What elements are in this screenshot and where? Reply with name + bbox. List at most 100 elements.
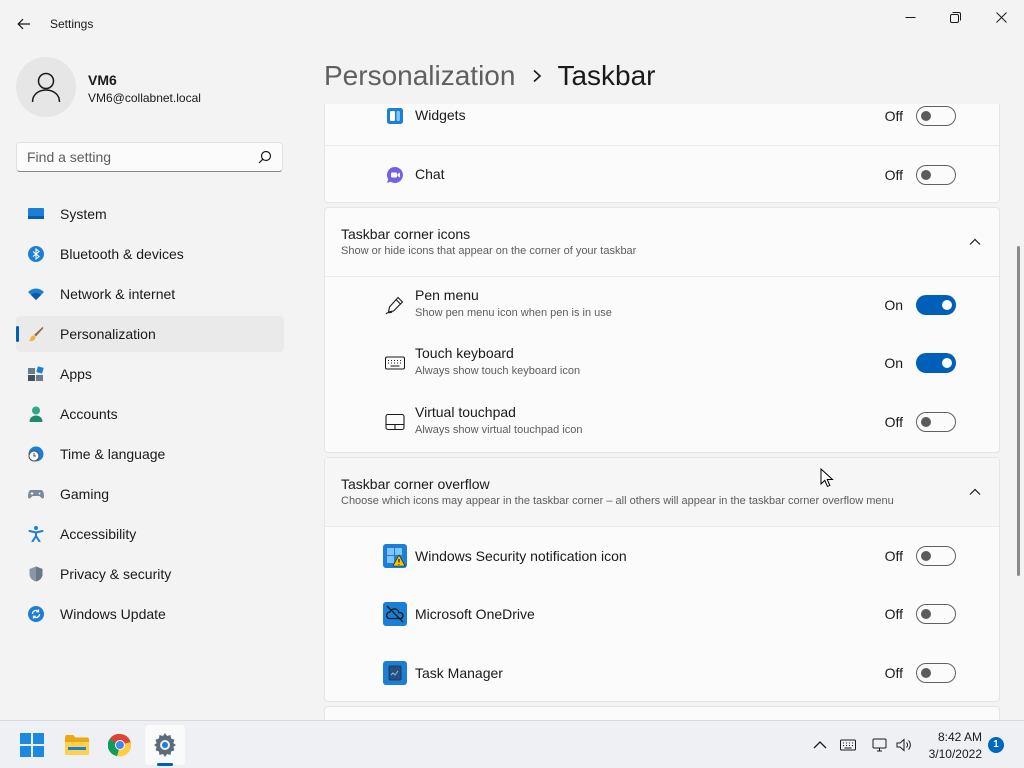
back-arrow-icon: [17, 18, 30, 30]
globe-clock-icon: [28, 446, 44, 462]
touch-keyboard-toggle[interactable]: [916, 353, 956, 373]
row-title: Widgets: [415, 107, 466, 123]
row-title: Microsoft OneDrive: [415, 606, 535, 622]
gamepad-icon: [28, 490, 44, 499]
windows-taskbar: 8:42 AM 3/10/2022 1: [0, 720, 1024, 768]
sidebar-item-label: Apps: [60, 366, 92, 382]
widgets-toggle[interactable]: [916, 106, 956, 126]
section-title: Taskbar corner icons: [341, 226, 471, 242]
corner-icons-header[interactable]: Taskbar corner icons Show or hide icons …: [325, 208, 999, 276]
person-icon: [31, 72, 61, 103]
task-manager-icon: [383, 661, 407, 685]
pen-menu-toggle[interactable]: [916, 295, 956, 315]
toggle-state-label: On: [884, 297, 903, 313]
gear-icon: [154, 733, 176, 757]
chrome-icon: [108, 733, 132, 757]
chevron-up-icon[interactable]: [969, 486, 981, 498]
sidebar-item-apps[interactable]: Apps: [16, 356, 284, 392]
sidebar-item-privacy-security[interactable]: Privacy & security: [16, 556, 284, 592]
sidebar-item-gaming[interactable]: Gaming: [16, 476, 284, 512]
task-manager-toggle[interactable]: [916, 663, 956, 683]
back-button[interactable]: [10, 10, 38, 38]
maximize-button[interactable]: [932, 4, 978, 30]
sidebar-item-accessibility[interactable]: Accessibility: [16, 516, 284, 552]
virtual-touchpad-row[interactable]: Virtual touchpad Always show virtual tou…: [325, 394, 999, 453]
sidebar-item-label: Privacy & security: [60, 566, 172, 582]
wifi-icon: [28, 288, 44, 300]
page-title: Taskbar: [557, 60, 656, 91]
chevron-up-icon[interactable]: [969, 236, 981, 248]
avatar[interactable]: [16, 57, 76, 117]
toggle-state-label: Off: [884, 414, 903, 430]
onedrive-row[interactable]: Microsoft OneDrive Off: [325, 585, 999, 644]
virtual-touchpad-toggle[interactable]: [916, 412, 956, 432]
windows-security-toggle[interactable]: [916, 546, 956, 566]
toggle-state-label: Off: [884, 548, 903, 564]
close-icon: [995, 11, 1007, 23]
sidebar-item-label: Windows Update: [60, 606, 166, 622]
toggle-state-label: Off: [884, 606, 903, 622]
chat-row[interactable]: Chat Off: [325, 145, 999, 203]
shield-icon: [29, 566, 43, 582]
toggle-state-label: Off: [884, 665, 903, 681]
content-scrollbar-thumb[interactable]: [1017, 246, 1020, 576]
keyboard-icon[interactable]: [840, 737, 856, 753]
row-title: Pen menu: [415, 287, 479, 303]
next-settings-card: [324, 706, 1000, 720]
close-button[interactable]: [978, 4, 1024, 30]
row-title: Task Manager: [415, 665, 503, 681]
restore-icon: [949, 11, 961, 23]
section-title: Taskbar corner overflow: [341, 476, 490, 492]
windows-security-row[interactable]: Windows Security notification icon Off: [325, 526, 999, 585]
pen-menu-row[interactable]: Pen menu Show pen menu icon when pen is …: [325, 276, 999, 335]
taskbar-corner-overflow-card: Taskbar corner overflow Choose which ico…: [324, 457, 1000, 702]
sidebar-item-label: System: [60, 206, 107, 222]
file-explorer-button[interactable]: [57, 725, 97, 765]
window-title: Settings: [50, 17, 94, 31]
toggle-state-label: Off: [884, 167, 903, 183]
start-button[interactable]: [12, 725, 52, 765]
sidebar-item-accounts[interactable]: Accounts: [16, 396, 284, 432]
row-description: Show pen menu icon when pen is in use: [415, 307, 612, 319]
network-icon[interactable]: [872, 737, 888, 753]
search-input[interactable]: [27, 149, 247, 165]
search-icon[interactable]: [258, 150, 272, 164]
onedrive-icon: [383, 602, 407, 626]
toggle-state-label: On: [884, 355, 903, 371]
chevron-right-icon: [533, 69, 542, 83]
settings-taskbar-button[interactable]: [145, 725, 185, 765]
clock-time[interactable]: 8:42 AM: [930, 730, 982, 744]
chat-icon: [386, 166, 403, 183]
task-manager-row[interactable]: Task Manager Off: [325, 644, 999, 702]
brush-icon: [29, 327, 44, 342]
notification-badge[interactable]: 1: [988, 737, 1004, 753]
search-box[interactable]: [16, 142, 283, 172]
row-title: Virtual touchpad: [415, 404, 516, 420]
person-icon: [29, 406, 43, 422]
touch-keyboard-row[interactable]: Touch keyboard Always show touch keyboar…: [325, 335, 999, 394]
mouse-cursor-icon: [820, 468, 834, 488]
section-description: Show or hide icons that appear on the co…: [341, 245, 637, 257]
sidebar-item-time-language[interactable]: Time & language: [16, 436, 284, 472]
sidebar-item-network[interactable]: Network & internet: [16, 276, 284, 312]
chat-toggle[interactable]: [916, 165, 956, 185]
clock-date[interactable]: 3/10/2022: [922, 747, 982, 761]
widgets-row[interactable]: Widgets Off: [325, 104, 999, 145]
sidebar-item-label: Personalization: [60, 326, 156, 342]
breadcrumb-parent-link[interactable]: Personalization: [324, 60, 515, 92]
row-title: Chat: [415, 166, 445, 182]
sidebar-item-personalization[interactable]: Personalization: [16, 316, 284, 352]
onedrive-toggle[interactable]: [916, 604, 956, 624]
corner-overflow-header[interactable]: Taskbar corner overflow Choose which ico…: [325, 458, 999, 526]
pen-icon: [385, 296, 404, 315]
settings-content[interactable]: Widgets Off Chat Off Taskbar corner icon…: [324, 104, 1000, 720]
sidebar-item-bluetooth[interactable]: Bluetooth & devices: [16, 236, 284, 272]
sidebar-item-windows-update[interactable]: Windows Update: [16, 596, 284, 632]
windows-logo-icon: [20, 733, 44, 757]
update-icon: [28, 606, 44, 622]
volume-icon[interactable]: [896, 737, 912, 753]
minimize-button[interactable]: [887, 4, 933, 30]
chrome-button[interactable]: [100, 725, 140, 765]
chevron-up-icon[interactable]: [812, 737, 828, 753]
sidebar-item-system[interactable]: System: [16, 196, 284, 232]
